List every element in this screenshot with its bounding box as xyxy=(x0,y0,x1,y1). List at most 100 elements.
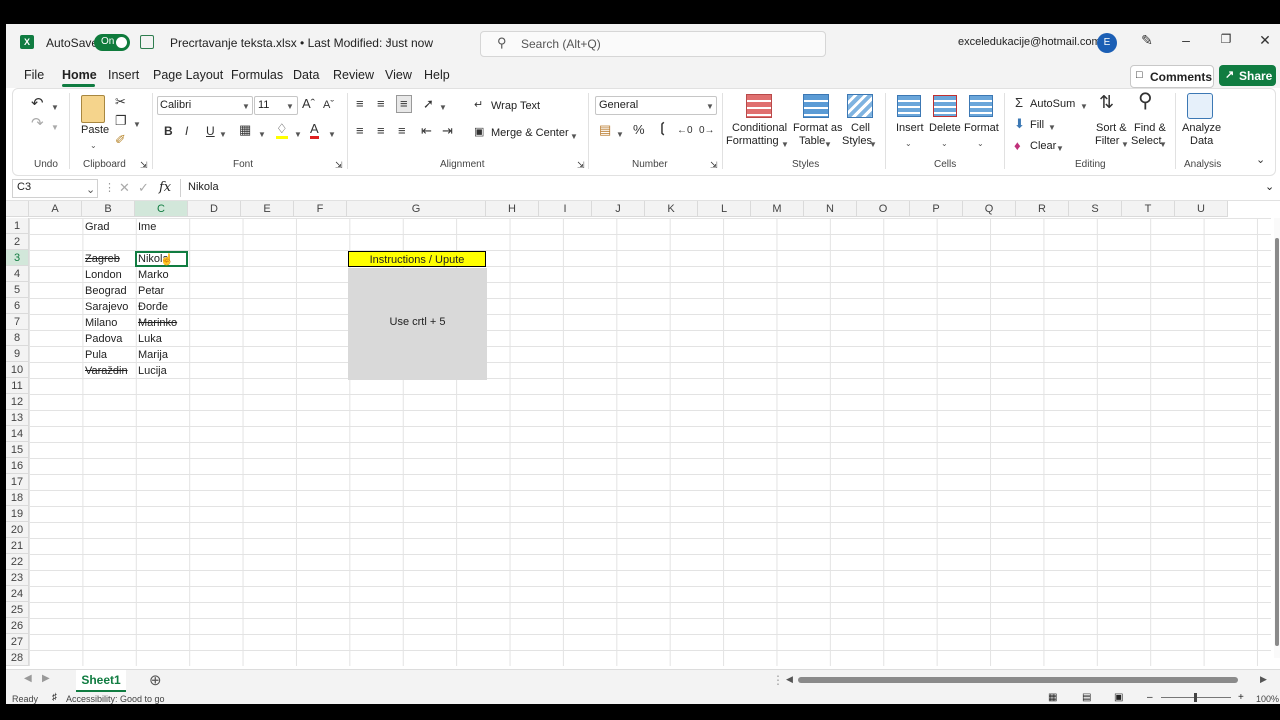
chevron-down-icon[interactable]: ⌄ xyxy=(384,35,392,46)
row-header-25[interactable]: 25 xyxy=(6,602,29,618)
add-sheet-icon[interactable]: ⊕ xyxy=(149,671,162,689)
column-header-n[interactable]: N xyxy=(804,201,857,217)
underline-icon[interactable]: U xyxy=(206,124,215,138)
sheet-tab-active[interactable]: Sheet1 xyxy=(76,670,126,692)
row-header-24[interactable]: 24 xyxy=(6,586,29,602)
align-center-icon[interactable]: ≡ xyxy=(377,124,385,138)
comments-button[interactable]: □ Comments xyxy=(1130,65,1214,88)
row-header-23[interactable]: 23 xyxy=(6,570,29,586)
comma-style-icon[interactable]: ❲ xyxy=(657,121,668,135)
increase-font-icon[interactable]: Aˆ xyxy=(302,97,315,111)
row-header-20[interactable]: 20 xyxy=(6,522,29,538)
name-cell[interactable]: Marinko xyxy=(138,315,177,331)
font-color-icon[interactable]: A xyxy=(310,122,319,139)
accounting-format-icon[interactable]: ▤ xyxy=(599,123,611,137)
chevron-down-icon[interactable]: ▼ xyxy=(51,101,59,115)
minimize-icon[interactable]: – xyxy=(1176,32,1196,48)
city-cell[interactable]: Zagreb xyxy=(85,251,120,267)
chevron-down-icon[interactable]: ▼ xyxy=(616,128,624,142)
chevron-down-icon[interactable]: ▼ xyxy=(824,138,832,152)
zoom-level[interactable]: 100% xyxy=(1256,694,1279,704)
share-button[interactable]: ↗ Share xyxy=(1219,65,1276,86)
fill-icon[interactable]: ⬇ xyxy=(1014,117,1025,131)
column-header-u[interactable]: U xyxy=(1175,201,1228,217)
increase-indent-icon[interactable]: ⇥ xyxy=(442,124,453,138)
analyze-data-line1[interactable]: Analyze xyxy=(1182,122,1221,134)
menu-data[interactable]: Data xyxy=(293,68,319,82)
chevron-down-icon[interactable]: ▼ xyxy=(219,128,227,142)
normal-view-icon[interactable]: ▦ xyxy=(1048,692,1057,703)
pen-icon[interactable]: ✎ xyxy=(1137,32,1157,49)
menu-review[interactable]: Review xyxy=(333,68,374,82)
row-header-8[interactable]: 8 xyxy=(6,330,29,346)
menu-home[interactable]: Home xyxy=(62,68,97,82)
enter-icon[interactable]: ✓ xyxy=(138,180,149,196)
chevron-down-icon[interactable]: ⌄ xyxy=(1265,180,1274,193)
percent-icon[interactable]: % xyxy=(633,123,645,137)
column-header-e[interactable]: E xyxy=(241,201,294,217)
align-bottom-icon[interactable]: ≡ xyxy=(396,95,412,113)
row-header-7[interactable]: 7 xyxy=(6,314,29,330)
column-header-q[interactable]: Q xyxy=(963,201,1016,217)
align-right-icon[interactable]: ≡ xyxy=(398,124,406,138)
align-left-icon[interactable]: ≡ xyxy=(356,124,364,138)
chevron-down-icon[interactable]: ▼ xyxy=(570,130,578,144)
chevron-down-icon[interactable]: ⌄ xyxy=(905,137,912,151)
row-header-6[interactable]: 6 xyxy=(6,298,29,314)
borders-icon[interactable]: ▦ xyxy=(239,123,251,137)
column-header-j[interactable]: J xyxy=(592,201,645,217)
number-format-select[interactable]: General ▼ xyxy=(595,96,717,115)
sort-filter-line1[interactable]: Sort & xyxy=(1096,122,1127,134)
chevron-down-icon[interactable]: ⌄ xyxy=(1256,153,1265,167)
chevron-down-icon[interactable]: ▼ xyxy=(1056,142,1064,156)
city-cell[interactable]: Sarajevo xyxy=(85,299,128,315)
row-header-18[interactable]: 18 xyxy=(6,490,29,506)
chevron-down-icon[interactable]: ▼ xyxy=(439,101,447,115)
copy-icon[interactable]: ❐ xyxy=(115,114,127,128)
column-header-s[interactable]: S xyxy=(1069,201,1122,217)
chevron-down-icon[interactable]: ▼ xyxy=(133,118,141,132)
select-all-corner[interactable] xyxy=(6,201,29,217)
bold-icon[interactable]: B xyxy=(164,124,173,138)
align-middle-icon[interactable]: ≡ xyxy=(377,97,385,111)
menu-file[interactable]: File xyxy=(24,68,44,82)
eraser-icon[interactable]: ♦ xyxy=(1014,139,1021,153)
dialog-launcher-icon[interactable]: ⇲ xyxy=(140,158,148,172)
city-cell[interactable]: Padova xyxy=(85,331,122,347)
chevron-down-icon[interactable]: ▼ xyxy=(869,138,877,152)
increase-decimal-icon[interactable]: ←0 xyxy=(677,124,693,138)
page-break-view-icon[interactable]: ▣ xyxy=(1114,692,1123,703)
clear-button[interactable]: Clear xyxy=(1030,140,1056,152)
row-header-16[interactable]: 16 xyxy=(6,458,29,474)
sort-filter-line2[interactable]: Filter xyxy=(1095,135,1119,147)
row-header-12[interactable]: 12 xyxy=(6,394,29,410)
name-cell[interactable]: Đorđe xyxy=(138,299,168,315)
column-header-b[interactable]: B xyxy=(82,201,135,217)
save-icon[interactable] xyxy=(140,35,154,49)
undo-icon[interactable]: ↶ xyxy=(31,96,44,111)
row-header-4[interactable]: 4 xyxy=(6,266,29,282)
chevron-down-icon[interactable]: ▼ xyxy=(1080,100,1088,114)
menu-insert[interactable]: Insert xyxy=(108,68,139,82)
row-header-14[interactable]: 14 xyxy=(6,426,29,442)
row-header-9[interactable]: 9 xyxy=(6,346,29,362)
row-header-5[interactable]: 5 xyxy=(6,282,29,298)
format-cells-button[interactable]: Format xyxy=(964,122,999,134)
row-header-2[interactable]: 2 xyxy=(6,234,29,250)
city-cell[interactable]: London xyxy=(85,267,122,283)
find-select-line1[interactable]: Find & xyxy=(1134,122,1166,134)
column-header-d[interactable]: D xyxy=(188,201,241,217)
chevron-down-icon[interactable]: ▼ xyxy=(781,138,789,152)
chevron-down-icon[interactable]: ⌄ xyxy=(977,137,984,151)
name-cell[interactable]: Lucija xyxy=(138,363,167,379)
chevron-down-icon[interactable]: ⌄ xyxy=(941,137,948,151)
font-size-select[interactable]: 11 ▼ xyxy=(254,96,298,115)
accessibility-status[interactable]: Accessibility: Good to go xyxy=(66,694,165,704)
column-header-h[interactable]: H xyxy=(486,201,539,217)
dialog-launcher-icon[interactable]: ⇲ xyxy=(577,158,585,172)
chevron-down-icon[interactable]: ▼ xyxy=(258,128,266,142)
row-header-13[interactable]: 13 xyxy=(6,410,29,426)
cancel-icon[interactable]: ✕ xyxy=(119,180,130,196)
analyze-data-line2[interactable]: Data xyxy=(1190,135,1213,147)
autosum-icon[interactable]: Σ xyxy=(1015,96,1023,110)
